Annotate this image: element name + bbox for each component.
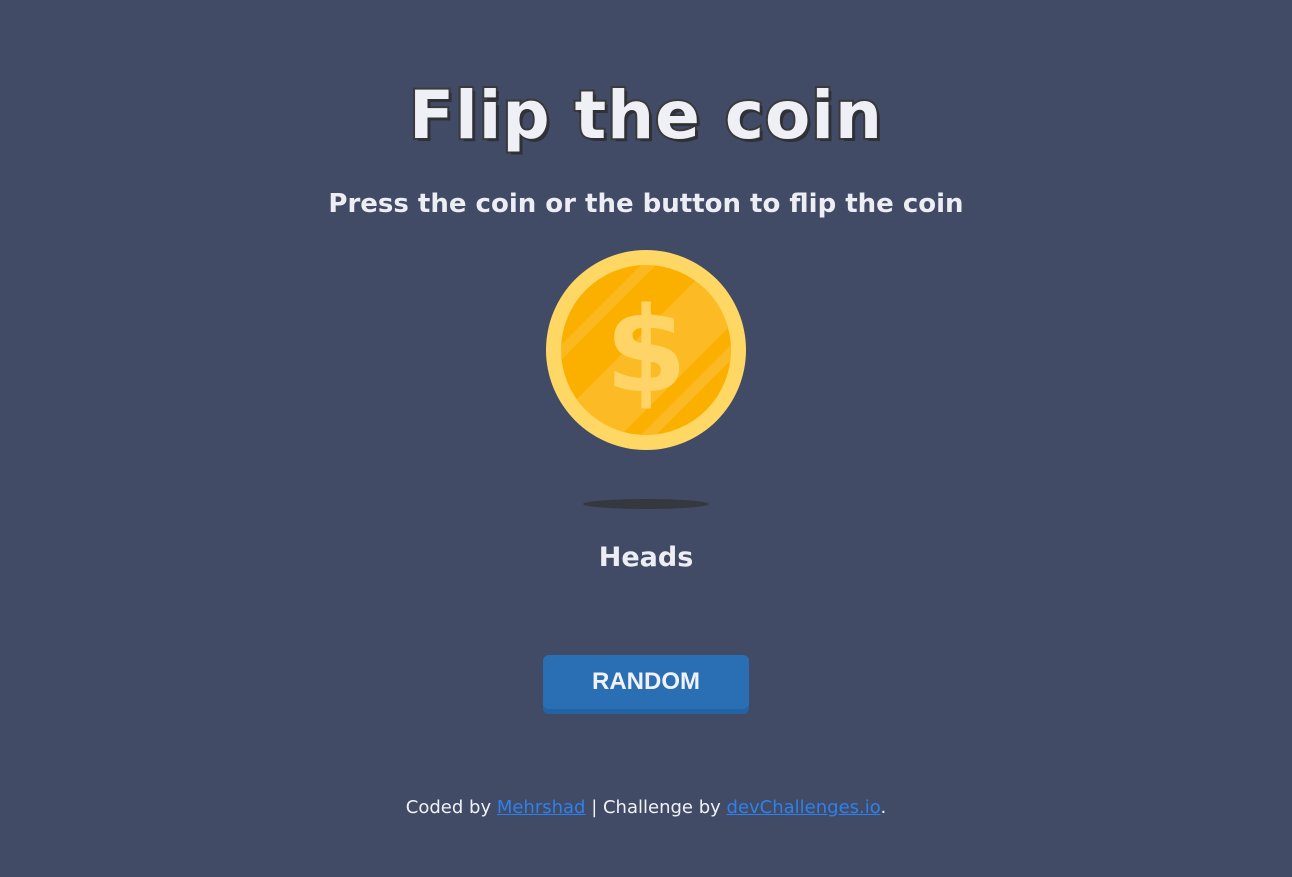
footer-coded-by-text: Coded by xyxy=(405,797,497,818)
page-title: Flip the coin xyxy=(407,75,884,156)
footer-challenge-text: | Challenge by xyxy=(585,797,727,818)
footer: Coded by Mehrshad | Challenge by devChal… xyxy=(0,796,1292,820)
dollar-coin-icon[interactable]: $ xyxy=(546,250,746,450)
coin-shadow xyxy=(583,499,709,509)
footer-period: . xyxy=(880,797,887,818)
author-link[interactable]: Mehrshad xyxy=(497,797,586,818)
flip-result: Heads xyxy=(598,542,694,573)
instructions-text: Press the coin or the button to flip the… xyxy=(328,189,964,219)
dollar-symbol: $ xyxy=(605,281,687,419)
devchallenges-link[interactable]: devChallenges.io xyxy=(727,797,881,818)
random-button[interactable]: RANDOM xyxy=(543,655,749,714)
coin[interactable]: $ xyxy=(546,250,746,450)
